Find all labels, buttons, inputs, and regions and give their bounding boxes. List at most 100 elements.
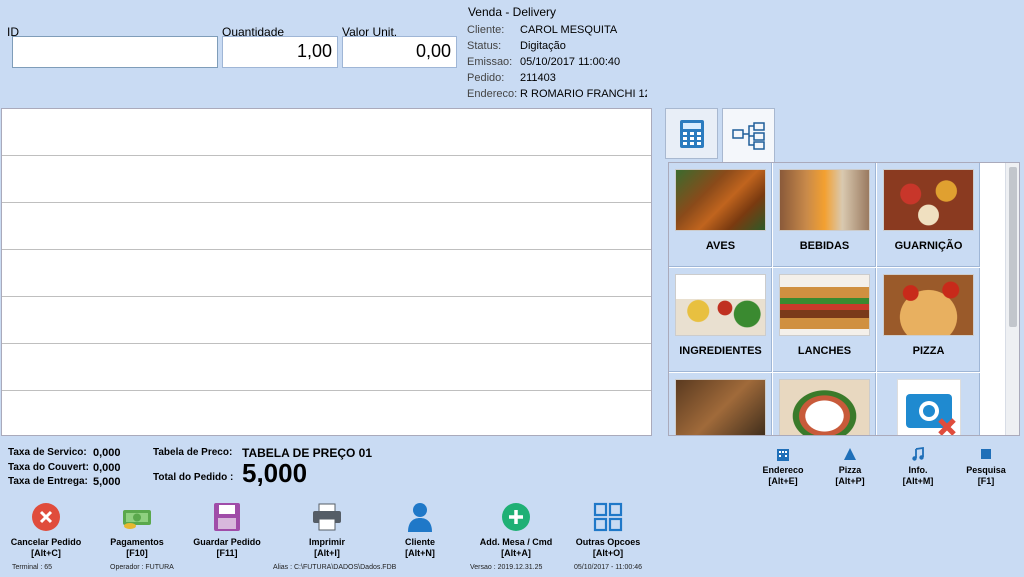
category-panel: AVES BEBIDAS GUARNIÇÃO INGREDIENTES LANC…	[668, 162, 1020, 436]
cliente-button[interactable]: Cliente [Alt+N]	[371, 502, 469, 559]
endereco-button[interactable]: Endereco [Alt+E]	[747, 446, 819, 487]
grill-photo	[675, 379, 766, 435]
category-label: BEBIDAS	[799, 240, 850, 252]
guardar-pedido-button[interactable]: Guardar Pedido [F11]	[178, 502, 276, 559]
order-items-grid[interactable]	[1, 108, 652, 436]
category-guarnicao[interactable]: GUARNIÇÃO	[877, 163, 980, 267]
outras-opcoes-label: Outras Opcoes	[575, 537, 641, 547]
taxa-servico-value: 0,000	[93, 447, 121, 459]
drinks-photo	[779, 169, 870, 231]
category-pizza[interactable]: PIZZA	[877, 268, 980, 372]
category-label: PIZZA	[912, 345, 945, 357]
category-lanches[interactable]: LANCHES	[773, 268, 876, 372]
no-image-camera-icon	[897, 379, 961, 435]
pesquisa-button[interactable]: Pesquisa [F1]	[950, 446, 1022, 487]
music-note-icon	[912, 446, 924, 461]
quantidade-input[interactable]: 1,00	[222, 36, 338, 68]
status-label: Status:	[467, 40, 502, 52]
pizza-slice-icon	[844, 448, 856, 460]
printer-icon	[313, 503, 341, 531]
imprimir-label: Imprimir	[308, 537, 345, 547]
money-icon	[123, 510, 151, 529]
plate-photo	[779, 379, 870, 435]
status-terminal: Terminal : 65	[12, 564, 53, 571]
cancel-icon	[32, 503, 60, 531]
cancelar-pedido-button[interactable]: Cancelar Pedido [Alt+C]	[0, 502, 95, 559]
roast-chicken-photo	[675, 169, 766, 231]
pizza-photo	[883, 274, 974, 336]
outras-opcoes-button[interactable]: Outras Opcoes [Alt+O]	[559, 502, 657, 559]
category-item-9[interactable]	[877, 373, 980, 435]
cliente-label: Cliente:	[467, 24, 505, 36]
category-label: GUARNIÇÃO	[894, 240, 963, 252]
add-icon	[502, 503, 530, 531]
status-operador: Operador : FUTURA	[110, 564, 174, 571]
table-row[interactable]	[2, 203, 651, 250]
category-label: AVES	[705, 240, 736, 252]
info-button-shortcut: [Alt+M]	[902, 476, 934, 486]
total-pedido-label: Total do Pedido :	[153, 472, 234, 483]
taxa-couvert-value: 0,000	[93, 462, 121, 474]
add-mesa-shortcut: [Alt+A]	[501, 548, 531, 558]
building-icon	[777, 449, 789, 461]
pizza-button-shortcut: [Alt+P]	[835, 476, 865, 486]
cancelar-pedido-label: Cancelar Pedido	[10, 537, 82, 547]
category-bebidas[interactable]: BEBIDAS	[773, 163, 876, 267]
imprimir-button[interactable]: Imprimir [Alt+I]	[278, 502, 376, 559]
table-row[interactable]	[2, 250, 651, 297]
sandwich-photo	[779, 274, 870, 336]
info-button[interactable]: Info. [Alt+M]	[882, 446, 954, 487]
status-value: Digitação	[520, 40, 566, 52]
taxa-entrega-value: 5,000	[93, 476, 121, 488]
category-scrollbar[interactable]	[1005, 163, 1019, 435]
table-row[interactable]	[2, 391, 651, 438]
pedido-value: 211403	[520, 72, 556, 84]
imprimir-shortcut: [Alt+I]	[314, 548, 340, 558]
category-item-7[interactable]	[669, 373, 772, 435]
floppy-disk-icon	[214, 503, 240, 531]
id-input[interactable]	[12, 36, 218, 68]
table-row[interactable]	[2, 344, 651, 391]
status-versao: Versao : 2019.12.31.25	[470, 564, 543, 571]
pizza-button-label: Pizza	[838, 465, 862, 475]
tabela-preco-label: Tabela de Preco:	[153, 447, 233, 458]
category-aves[interactable]: AVES	[669, 163, 772, 267]
taxa-couvert-label: Taxa do Couvert:	[8, 462, 89, 473]
tab-categories[interactable]	[722, 108, 775, 162]
cliente-value: CAROL MESQUITA	[520, 24, 618, 36]
calculator-icon	[679, 119, 704, 148]
total-pedido-value: 5,000	[242, 458, 308, 488]
cliente-shortcut: [Alt+N]	[405, 548, 435, 558]
endereco-label: Endereco:	[467, 88, 518, 100]
endereco-value: R ROMARIO FRANCHI 123	[520, 88, 647, 100]
table-row[interactable]	[2, 156, 651, 203]
side-dishes-photo	[883, 169, 974, 231]
pizza-button[interactable]: Pizza [Alt+P]	[814, 446, 886, 487]
pesquisa-button-shortcut: [F1]	[977, 476, 995, 486]
emissao-label: Emissao:	[467, 56, 513, 68]
valor-unit-input[interactable]: 0,00	[342, 36, 457, 68]
table-row[interactable]	[2, 109, 651, 156]
guardar-pedido-shortcut: [F11]	[216, 548, 238, 558]
ingredients-photo	[675, 274, 766, 336]
add-mesa-label: Add. Mesa / Cmd	[479, 537, 553, 547]
cancelar-pedido-shortcut: [Alt+C]	[31, 548, 61, 558]
table-row[interactable]	[2, 297, 651, 344]
pedido-label: Pedido:	[467, 72, 505, 84]
taxa-entrega-label: Taxa de Entrega:	[8, 476, 88, 487]
cliente-label: Cliente	[404, 537, 435, 547]
outras-opcoes-shortcut: [Alt+O]	[592, 548, 624, 558]
taxa-servico-label: Taxa de Servico:	[8, 447, 87, 458]
category-ingredientes[interactable]: INGREDIENTES	[669, 268, 772, 372]
scrollbar-thumb[interactable]	[1009, 167, 1017, 327]
tab-calculator[interactable]	[665, 108, 718, 159]
category-label: LANCHES	[797, 345, 852, 357]
info-button-label: Info.	[908, 465, 928, 475]
category-item-8[interactable]	[773, 373, 876, 435]
endereco-button-shortcut: [Alt+E]	[768, 476, 798, 486]
hierarchy-icon	[731, 121, 765, 150]
status-datetime: 05/10/2017 - 11:00:46	[574, 564, 642, 571]
add-mesa-button[interactable]: Add. Mesa / Cmd [Alt+A]	[467, 502, 565, 559]
pagamentos-button[interactable]: Pagamentos [F10]	[88, 502, 186, 559]
status-alias: Alias : C:\FUTURA\DADOS\Dados.FDB	[273, 564, 397, 571]
